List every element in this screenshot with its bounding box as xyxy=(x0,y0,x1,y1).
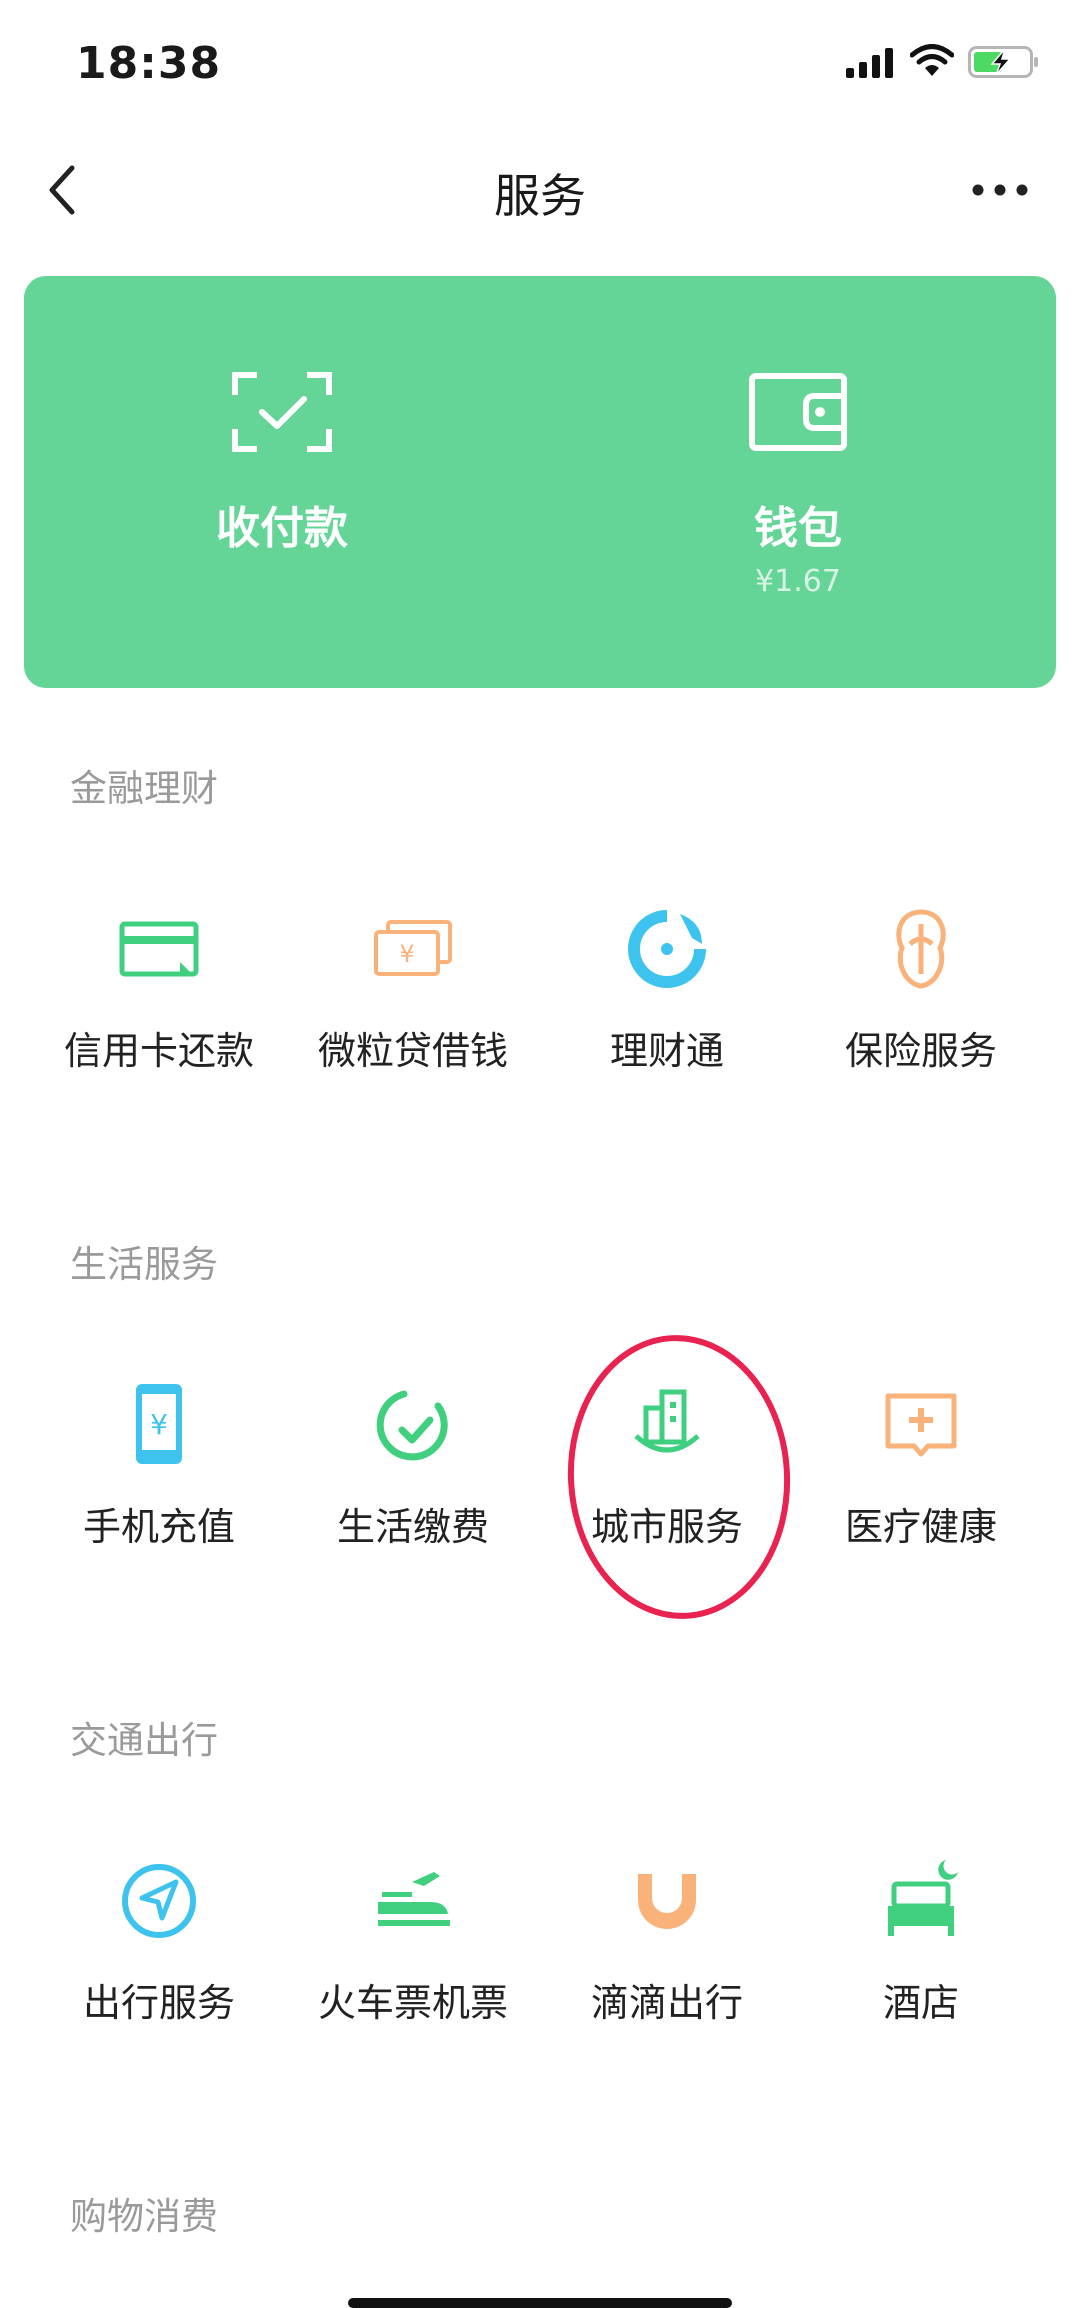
wallet-balance: ¥1.67 xyxy=(755,564,841,599)
train-plane-icon xyxy=(378,1872,450,1926)
life-grid: ¥ 手机充值 生活缴费 城市服务 医疗健康 xyxy=(0,1380,1080,1620)
loan-icon: ¥ xyxy=(374,920,452,976)
status-bar: 18:38 xyxy=(0,0,1080,130)
item-label: 微粒贷借钱 xyxy=(317,1029,508,1073)
status-time: 18:38 xyxy=(76,38,222,89)
pay-receive-button[interactable]: 收付款 xyxy=(24,276,540,688)
medical-button[interactable]: 医疗健康 xyxy=(794,1380,1048,1620)
wallet-button[interactable]: 钱包 ¥1.67 xyxy=(540,276,1056,688)
item-label: 理财通 xyxy=(609,1029,724,1073)
home-indicator xyxy=(348,2298,732,2308)
utility-bill-button[interactable]: 生活缴费 xyxy=(286,1380,540,1620)
travel-icon xyxy=(122,1864,196,1938)
wallet-icon xyxy=(749,373,847,451)
item-label: 出行服务 xyxy=(82,1981,235,2025)
insurance-icon xyxy=(896,909,946,989)
item-label: 保险服务 xyxy=(844,1029,997,1073)
didi-button[interactable]: 滴滴出行 xyxy=(540,1856,794,2096)
section-title-life: 生活服务 xyxy=(70,1243,218,1286)
weilidai-loan-button[interactable]: ¥ 微粒贷借钱 xyxy=(286,904,540,1144)
item-label: 生活缴费 xyxy=(336,1505,489,1549)
licaitong-button[interactable]: 理财通 xyxy=(540,904,794,1144)
item-label: 信用卡还款 xyxy=(63,1029,254,1073)
item-label: 手机充值 xyxy=(82,1505,235,1549)
more-options-icon[interactable] xyxy=(970,170,1030,210)
section-title-transport: 交通出行 xyxy=(70,1719,218,1762)
item-label: 滴滴出行 xyxy=(590,1981,743,2025)
credit-card-repay-button[interactable]: 信用卡还款 xyxy=(32,904,286,1144)
item-label: 火车票机票 xyxy=(317,1981,508,2025)
wallet-label: 钱包 xyxy=(754,503,842,554)
hotel-button[interactable]: 酒店 xyxy=(794,1856,1048,2096)
medical-icon xyxy=(885,1393,957,1457)
item-label: 酒店 xyxy=(882,1981,959,2025)
train-plane-ticket-button[interactable]: 火车票机票 xyxy=(286,1856,540,2096)
svg-text:¥: ¥ xyxy=(399,940,414,968)
finance-grid: 信用卡还款 ¥ 微粒贷借钱 理财通 保险服务 xyxy=(0,904,1080,1144)
svg-text:¥: ¥ xyxy=(150,1408,168,1441)
utility-bill-icon xyxy=(376,1390,448,1461)
wealth-icon xyxy=(628,910,706,988)
wallet-card: 收付款 钱包 ¥1.67 xyxy=(24,276,1056,688)
transport-grid: 出行服务 火车票机票 滴滴出行 酒店 xyxy=(0,1856,1080,2096)
hotel-icon xyxy=(888,1860,958,1936)
travel-service-button[interactable]: 出行服务 xyxy=(32,1856,286,2096)
phone-topup-button[interactable]: ¥ 手机充值 xyxy=(32,1380,286,1620)
wifi-icon xyxy=(910,44,954,76)
page-title: 服务 xyxy=(494,169,586,223)
scan-check-icon xyxy=(232,372,332,452)
credit-card-icon xyxy=(119,921,199,977)
phone-topup-icon: ¥ xyxy=(136,1384,182,1464)
didi-icon xyxy=(638,1874,696,1929)
battery-charging-icon xyxy=(968,46,1038,78)
item-label: 医疗健康 xyxy=(844,1505,997,1549)
section-title-shopping: 购物消费 xyxy=(70,2195,218,2238)
nav-bar: 服务 xyxy=(0,130,1080,250)
insurance-button[interactable]: 保险服务 xyxy=(794,904,1048,1144)
cellular-signal-icon xyxy=(846,48,893,78)
section-title-finance: 金融理财 xyxy=(70,767,218,810)
annotation-circle xyxy=(567,1335,791,1619)
pay-receive-label: 收付款 xyxy=(216,503,348,554)
